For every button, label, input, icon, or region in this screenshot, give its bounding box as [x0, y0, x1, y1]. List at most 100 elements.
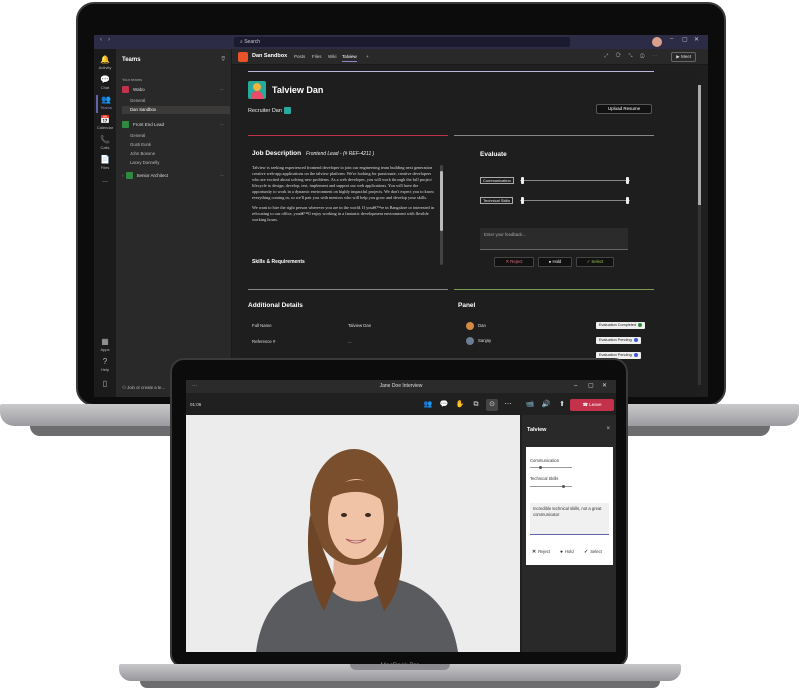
- maximize-icon[interactable]: ▢: [682, 36, 688, 43]
- job-description-ref: Frontend Lead - (# REF-4211 ): [306, 151, 375, 157]
- reject-button[interactable]: ✕ Reject: [494, 257, 534, 267]
- chat-icon[interactable]: 💬: [438, 399, 450, 411]
- talview-app-icon[interactable]: ⊙: [486, 399, 498, 411]
- search-input[interactable]: ⌕ Search: [234, 37, 570, 47]
- forward-arrow-icon[interactable]: ›: [108, 37, 110, 43]
- jd-paragraph: Talview is seeking experienced frontend …: [252, 165, 435, 200]
- rail-item-apps[interactable]: ▦ Apps: [96, 337, 114, 355]
- join-create-team[interactable]: ⚇ Join or create a te...: [122, 385, 165, 391]
- panelist-name: Dan: [478, 323, 486, 328]
- team-name: Senior Architect: [136, 173, 169, 178]
- rail-more-icon[interactable]: ...: [96, 177, 114, 195]
- feedback-input[interactable]: Enter your feedback...: [480, 228, 628, 250]
- rail-item-files[interactable]: 📄 Files: [96, 155, 114, 173]
- share-screen-icon[interactable]: ⬆: [556, 399, 568, 411]
- rail-item-calls[interactable]: 📞 Calls: [96, 135, 114, 153]
- select-button[interactable]: ✓ Select: [576, 257, 614, 267]
- scrollbar[interactable]: [698, 85, 701, 385]
- more-actions-icon[interactable]: ⋯: [502, 399, 514, 411]
- user-avatar[interactable]: [652, 37, 662, 47]
- speaker-icon[interactable]: 🔊: [540, 399, 552, 411]
- hold-button[interactable]: ● Hold: [560, 547, 574, 556]
- technical-skills-slider[interactable]: [520, 200, 630, 201]
- panelist-name: Sanjay: [478, 338, 492, 343]
- maximize-icon[interactable]: ▢: [588, 380, 594, 393]
- slider-handle[interactable]: [562, 485, 565, 488]
- leave-button[interactable]: ☎ Leave: [570, 399, 614, 411]
- tab-files[interactable]: Files: [312, 54, 322, 59]
- files-icon: 📄: [100, 155, 110, 164]
- team-item-senior-architect[interactable]: › Senior Architect ⋯: [122, 171, 226, 181]
- raise-hand-icon[interactable]: ✋: [454, 399, 466, 411]
- more-icon[interactable]: ⋯: [192, 380, 197, 393]
- channel-item-gusti-eunk[interactable]: Gusti Eunk: [130, 141, 230, 149]
- tab-posts[interactable]: Posts: [294, 54, 305, 59]
- slider-handle[interactable]: [521, 177, 524, 184]
- recruiter-icon: [283, 107, 291, 114]
- rail-item-chat[interactable]: 💬 Chat: [96, 75, 114, 93]
- more-options-icon[interactable]: ⋯: [220, 85, 225, 95]
- call-timer: 01:06: [190, 402, 202, 407]
- rail-item-activity[interactable]: 🔔 Activity: [96, 55, 114, 73]
- check-icon: ✓: [584, 549, 589, 555]
- minimize-icon[interactable]: –: [670, 36, 673, 42]
- layout-icon[interactable]: ⧉: [470, 399, 482, 411]
- minimize-icon[interactable]: –: [574, 380, 577, 393]
- reject-button[interactable]: ✕ Reject: [532, 547, 550, 556]
- panel-title: Panel: [458, 302, 476, 309]
- device-icon[interactable]: ▯: [96, 379, 114, 397]
- close-icon[interactable]: ✕: [602, 380, 607, 393]
- hold-button[interactable]: ● Hold: [538, 257, 572, 267]
- meet-button[interactable]: ▶ Meet: [671, 52, 696, 62]
- channel-team-icon: [238, 52, 248, 62]
- meeting-controls: 01:06 👥 💬 ✋ ⧉ ⊙ ⋯ 📹 🔊 ⬆ ☎ Leave: [186, 393, 616, 415]
- channel-tools[interactable]: ⤢ ⟳ ⤡ ⓘ ⋯: [604, 53, 660, 59]
- your-teams-label: Your teams: [122, 77, 143, 82]
- feedback-input[interactable]: Incredible technical skills, not a great…: [530, 503, 609, 535]
- apps-icon: ▦: [101, 337, 109, 346]
- add-tab-button[interactable]: +: [366, 54, 369, 59]
- communication-slider[interactable]: [520, 180, 630, 181]
- tab-talview[interactable]: Talview: [342, 54, 357, 62]
- job-description-title: Job Description: [252, 150, 302, 157]
- technical-skills-slider[interactable]: [530, 486, 572, 487]
- channel-view: Dan Sandbox Posts Files Wiki Talview + ⤢…: [232, 49, 708, 397]
- rail-item-calendar[interactable]: 📅 Calendar: [96, 115, 114, 133]
- back-arrow-icon[interactable]: ‹: [100, 37, 102, 43]
- team-name: Front End Lead: [133, 122, 165, 127]
- select-button[interactable]: ✓ Select: [584, 547, 602, 556]
- channel-item-dan-sandbox[interactable]: Dan Sandbox: [122, 106, 230, 114]
- close-icon[interactable]: ×: [606, 426, 610, 432]
- channel-item-general[interactable]: General: [130, 97, 230, 105]
- meeting-titlebar: ⋯ Jane Doe Interview – ▢ ✕: [186, 380, 616, 393]
- slider-handle[interactable]: [539, 466, 542, 469]
- communication-slider[interactable]: [530, 467, 572, 468]
- candidate-role: Recruiter Dan: [248, 107, 291, 114]
- bell-icon: 🔔: [100, 55, 110, 64]
- filter-icon[interactable]: ⩢: [221, 57, 225, 64]
- divider: [454, 135, 654, 136]
- app-rail: 🔔 Activity 💬 Chat 👥 Teams 📅 Calendar 📞 Calls …: [94, 49, 116, 397]
- participant-portrait: [186, 415, 520, 652]
- close-icon[interactable]: ✕: [694, 36, 699, 43]
- evaluation-card: Communication Technical Skills Incredibl…: [526, 447, 613, 565]
- slider-handle[interactable]: [521, 197, 524, 204]
- camera-icon[interactable]: 📹: [524, 399, 536, 411]
- team-item-front-end-lead[interactable]: Front End Lead ⋯: [122, 120, 226, 130]
- channel-title: Dan Sandbox: [252, 53, 288, 59]
- scrollbar[interactable]: [440, 165, 443, 265]
- record-icon: ●: [560, 549, 564, 555]
- channel-item-general-2[interactable]: General: [130, 132, 230, 140]
- team-item-wabo[interactable]: Wabo ⋯: [122, 85, 226, 95]
- more-options-icon[interactable]: ⋯: [220, 120, 225, 130]
- upload-resume-button[interactable]: Upload Resume: [596, 104, 652, 114]
- participants-icon[interactable]: 👥: [422, 399, 434, 411]
- teams-panel-title: Teams: [122, 57, 141, 63]
- channel-item-john-bosone[interactable]: John Bosone: [130, 150, 230, 158]
- tab-wiki[interactable]: Wiki: [328, 54, 337, 59]
- rail-item-help[interactable]: ? Help: [96, 357, 114, 375]
- more-options-icon[interactable]: ⋯: [220, 171, 225, 181]
- candidate-name: Talview Dan: [272, 85, 324, 95]
- rail-item-teams[interactable]: 👥 Teams: [96, 95, 114, 113]
- channel-item-lacey-donnelly[interactable]: Lacey Donnelly: [130, 159, 230, 167]
